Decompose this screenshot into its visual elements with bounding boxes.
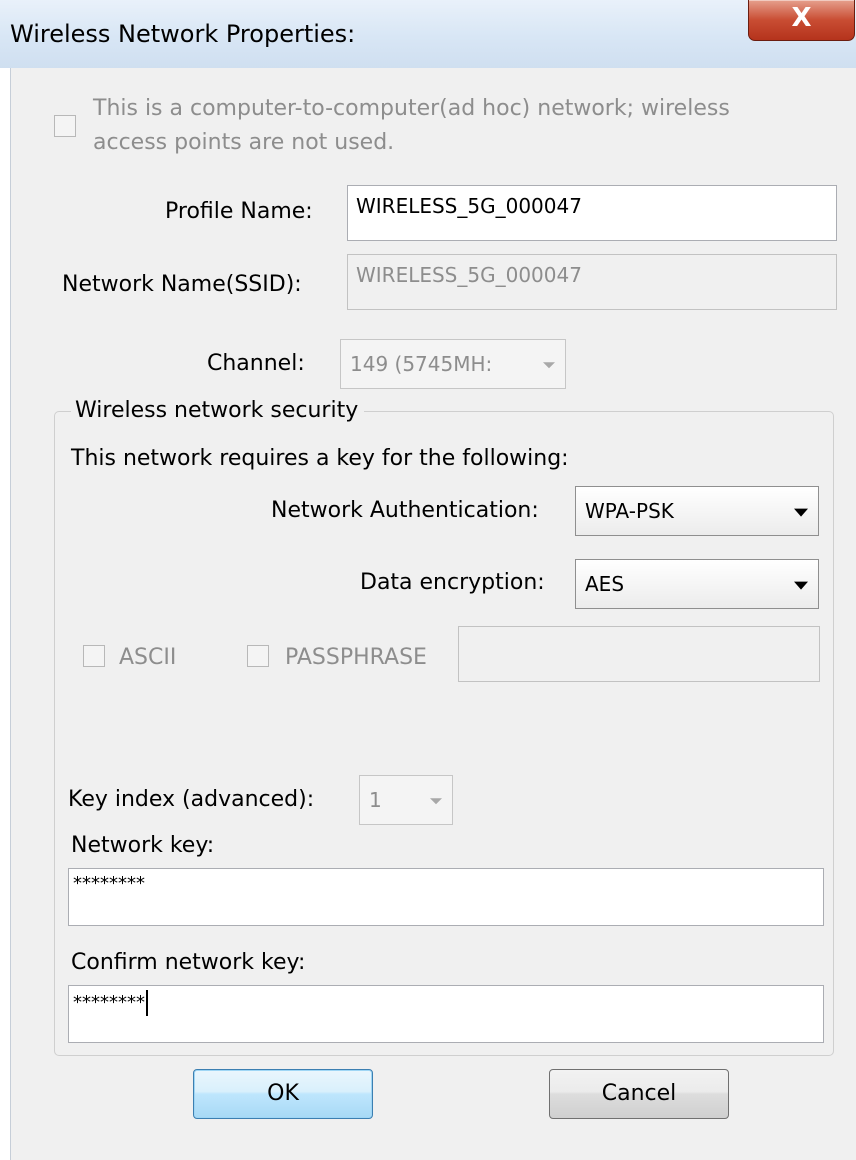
ascii-checkbox — [83, 645, 105, 667]
text-caret — [146, 990, 148, 1016]
title-bar: Wireless Network Properties: X — [0, 0, 856, 68]
key-index-select: 1 — [359, 775, 453, 825]
adhoc-label-line2: access points are not used. — [93, 130, 395, 155]
network-key-label: Network key: — [71, 833, 215, 858]
adhoc-checkbox[interactable] — [54, 115, 76, 137]
network-key-input[interactable]: ******** — [68, 868, 824, 926]
cancel-button[interactable]: Cancel — [549, 1069, 729, 1119]
auth-label: Network Authentication: — [271, 498, 539, 523]
channel-select: 149 (5745MH: — [340, 339, 566, 389]
channel-value: 149 (5745MH: — [350, 352, 493, 376]
dialog-body: This is a computer-to-computer(ad hoc) n… — [10, 68, 856, 1160]
security-group-label: Wireless network security — [71, 398, 365, 423]
key-index-label: Key index (advanced): — [68, 787, 315, 812]
requires-key-text: This network requires a key for the foll… — [71, 446, 569, 471]
key-index-value: 1 — [369, 788, 382, 812]
encryption-value: AES — [585, 572, 625, 596]
encryption-select[interactable]: AES — [575, 559, 819, 609]
ssid-label: Network Name(SSID): — [62, 272, 302, 297]
auth-value: WPA-PSK — [585, 499, 674, 523]
auth-select[interactable]: WPA-PSK — [575, 486, 819, 536]
ssid-input: WIRELESS_5G_000047 — [347, 254, 837, 310]
ascii-label: ASCII — [119, 645, 177, 670]
adhoc-label-line1: This is a computer-to-computer(ad hoc) n… — [93, 96, 730, 121]
confirm-key-input[interactable]: ******** — [68, 985, 824, 1043]
profile-name-label: Profile Name: — [165, 199, 313, 224]
channel-label: Channel: — [207, 351, 305, 376]
close-icon: X — [791, 3, 812, 33]
profile-name-input[interactable]: WIRELESS_5G_000047 — [347, 185, 837, 241]
encryption-label: Data encryption: — [360, 570, 545, 595]
close-button[interactable]: X — [748, 0, 855, 41]
confirm-key-label: Confirm network key: — [71, 950, 306, 975]
ok-button[interactable]: OK — [193, 1069, 373, 1119]
chevron-down-icon — [794, 581, 808, 590]
passphrase-label: PASSPHRASE — [285, 645, 427, 670]
window-title: Wireless Network Properties: — [10, 20, 356, 48]
confirm-key-value: ******** — [73, 992, 145, 1013]
chevron-down-icon — [543, 362, 555, 369]
passphrase-checkbox — [247, 645, 269, 667]
network-key-value: ******** — [73, 873, 145, 894]
chevron-down-icon — [794, 508, 808, 517]
chevron-down-icon — [430, 798, 442, 805]
passphrase-input — [458, 626, 820, 682]
